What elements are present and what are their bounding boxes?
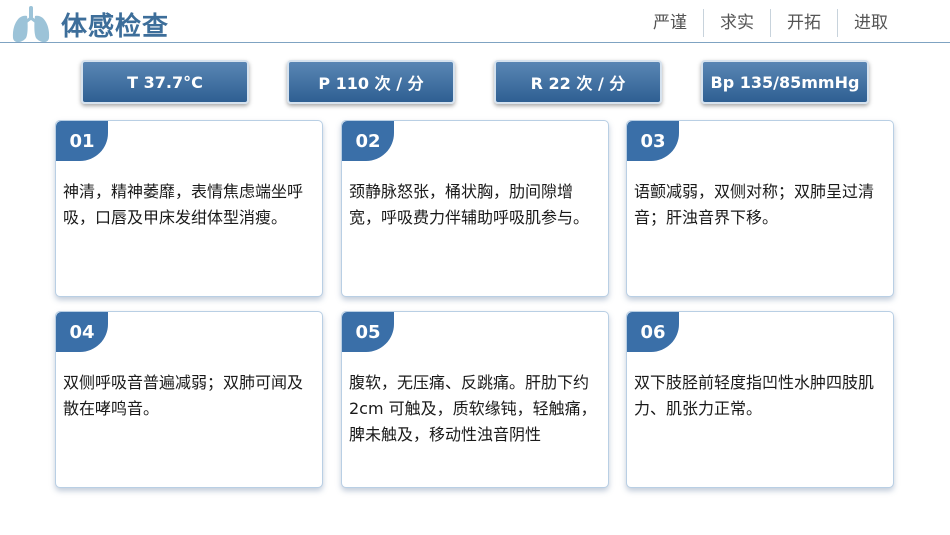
card-text: 神清，精神萎靡，表情焦虑端坐呼吸，口唇及甲床发绀体型消瘦。 — [63, 182, 304, 227]
lungs-icon — [12, 6, 50, 43]
header-divider — [0, 42, 950, 43]
card-number-badge: 01 — [56, 121, 108, 161]
exam-card-general: 01 神清，精神萎靡，表情焦虑端坐呼吸，口唇及甲床发绀体型消瘦。 — [55, 120, 323, 297]
exam-card-neck-chest: 02 颈静脉怒张，桶状胸，肋间隙增宽，呼吸费力伴辅助呼吸肌参与。 — [341, 120, 609, 297]
card-number-badge: 03 — [627, 121, 679, 161]
card-number-badge: 02 — [342, 121, 394, 161]
card-text: 双下肢胫前轻度指凹性水肿四肢肌力、肌张力正常。 — [634, 373, 875, 418]
exam-card-limbs: 06 双下肢胫前轻度指凹性水肿四肢肌力、肌张力正常。 — [626, 311, 894, 488]
card-text: 双侧呼吸音普遍减弱；双肺可闻及散在哮鸣音。 — [63, 373, 304, 418]
card-number-badge: 04 — [56, 312, 108, 352]
vital-pulse: P 110 次 / 分 — [287, 60, 455, 104]
nav-item-truthful[interactable]: 求实 — [704, 9, 770, 37]
card-text: 语颤减弱，双侧对称；双肺呈过清音；肝浊音界下移。 — [634, 182, 875, 227]
exam-card-abdomen: 05 腹软，无压痛、反跳痛。肝肋下约 2cm 可触及，质软缘钝，轻触痛，脾未触及… — [341, 311, 609, 488]
exam-card-auscultation: 04 双侧呼吸音普遍减弱；双肺可闻及散在哮鸣音。 — [55, 311, 323, 488]
exam-card-percussion: 03 语颤减弱，双侧对称；双肺呈过清音；肝浊音界下移。 — [626, 120, 894, 297]
page-title: 体感检查 — [61, 12, 170, 42]
vital-signs-bar: T 37.7°C P 110 次 / 分 R 22 次 / 分 Bp 135/8… — [0, 60, 950, 104]
header: 体感检查 严谨 求实 开拓 进取 — [0, 0, 950, 44]
vital-temperature: T 37.7°C — [81, 60, 249, 104]
nav-item-pioneering[interactable]: 开拓 — [771, 9, 837, 37]
vital-blood-pressure: Bp 135/85mmHg — [701, 60, 869, 104]
top-nav: 严谨 求实 开拓 进取 — [637, 9, 888, 37]
card-text: 腹软，无压痛、反跳痛。肝肋下约 2cm 可触及，质软缘钝，轻触痛，脾未触及，移动… — [349, 373, 597, 444]
nav-item-enterprising[interactable]: 进取 — [838, 9, 888, 37]
vital-respiration: R 22 次 / 分 — [494, 60, 662, 104]
card-number-badge: 06 — [627, 312, 679, 352]
card-number-badge: 05 — [342, 312, 394, 352]
card-text: 颈静脉怒张，桶状胸，肋间隙增宽，呼吸费力伴辅助呼吸肌参与。 — [349, 182, 590, 227]
nav-item-rigorous[interactable]: 严谨 — [637, 9, 703, 37]
